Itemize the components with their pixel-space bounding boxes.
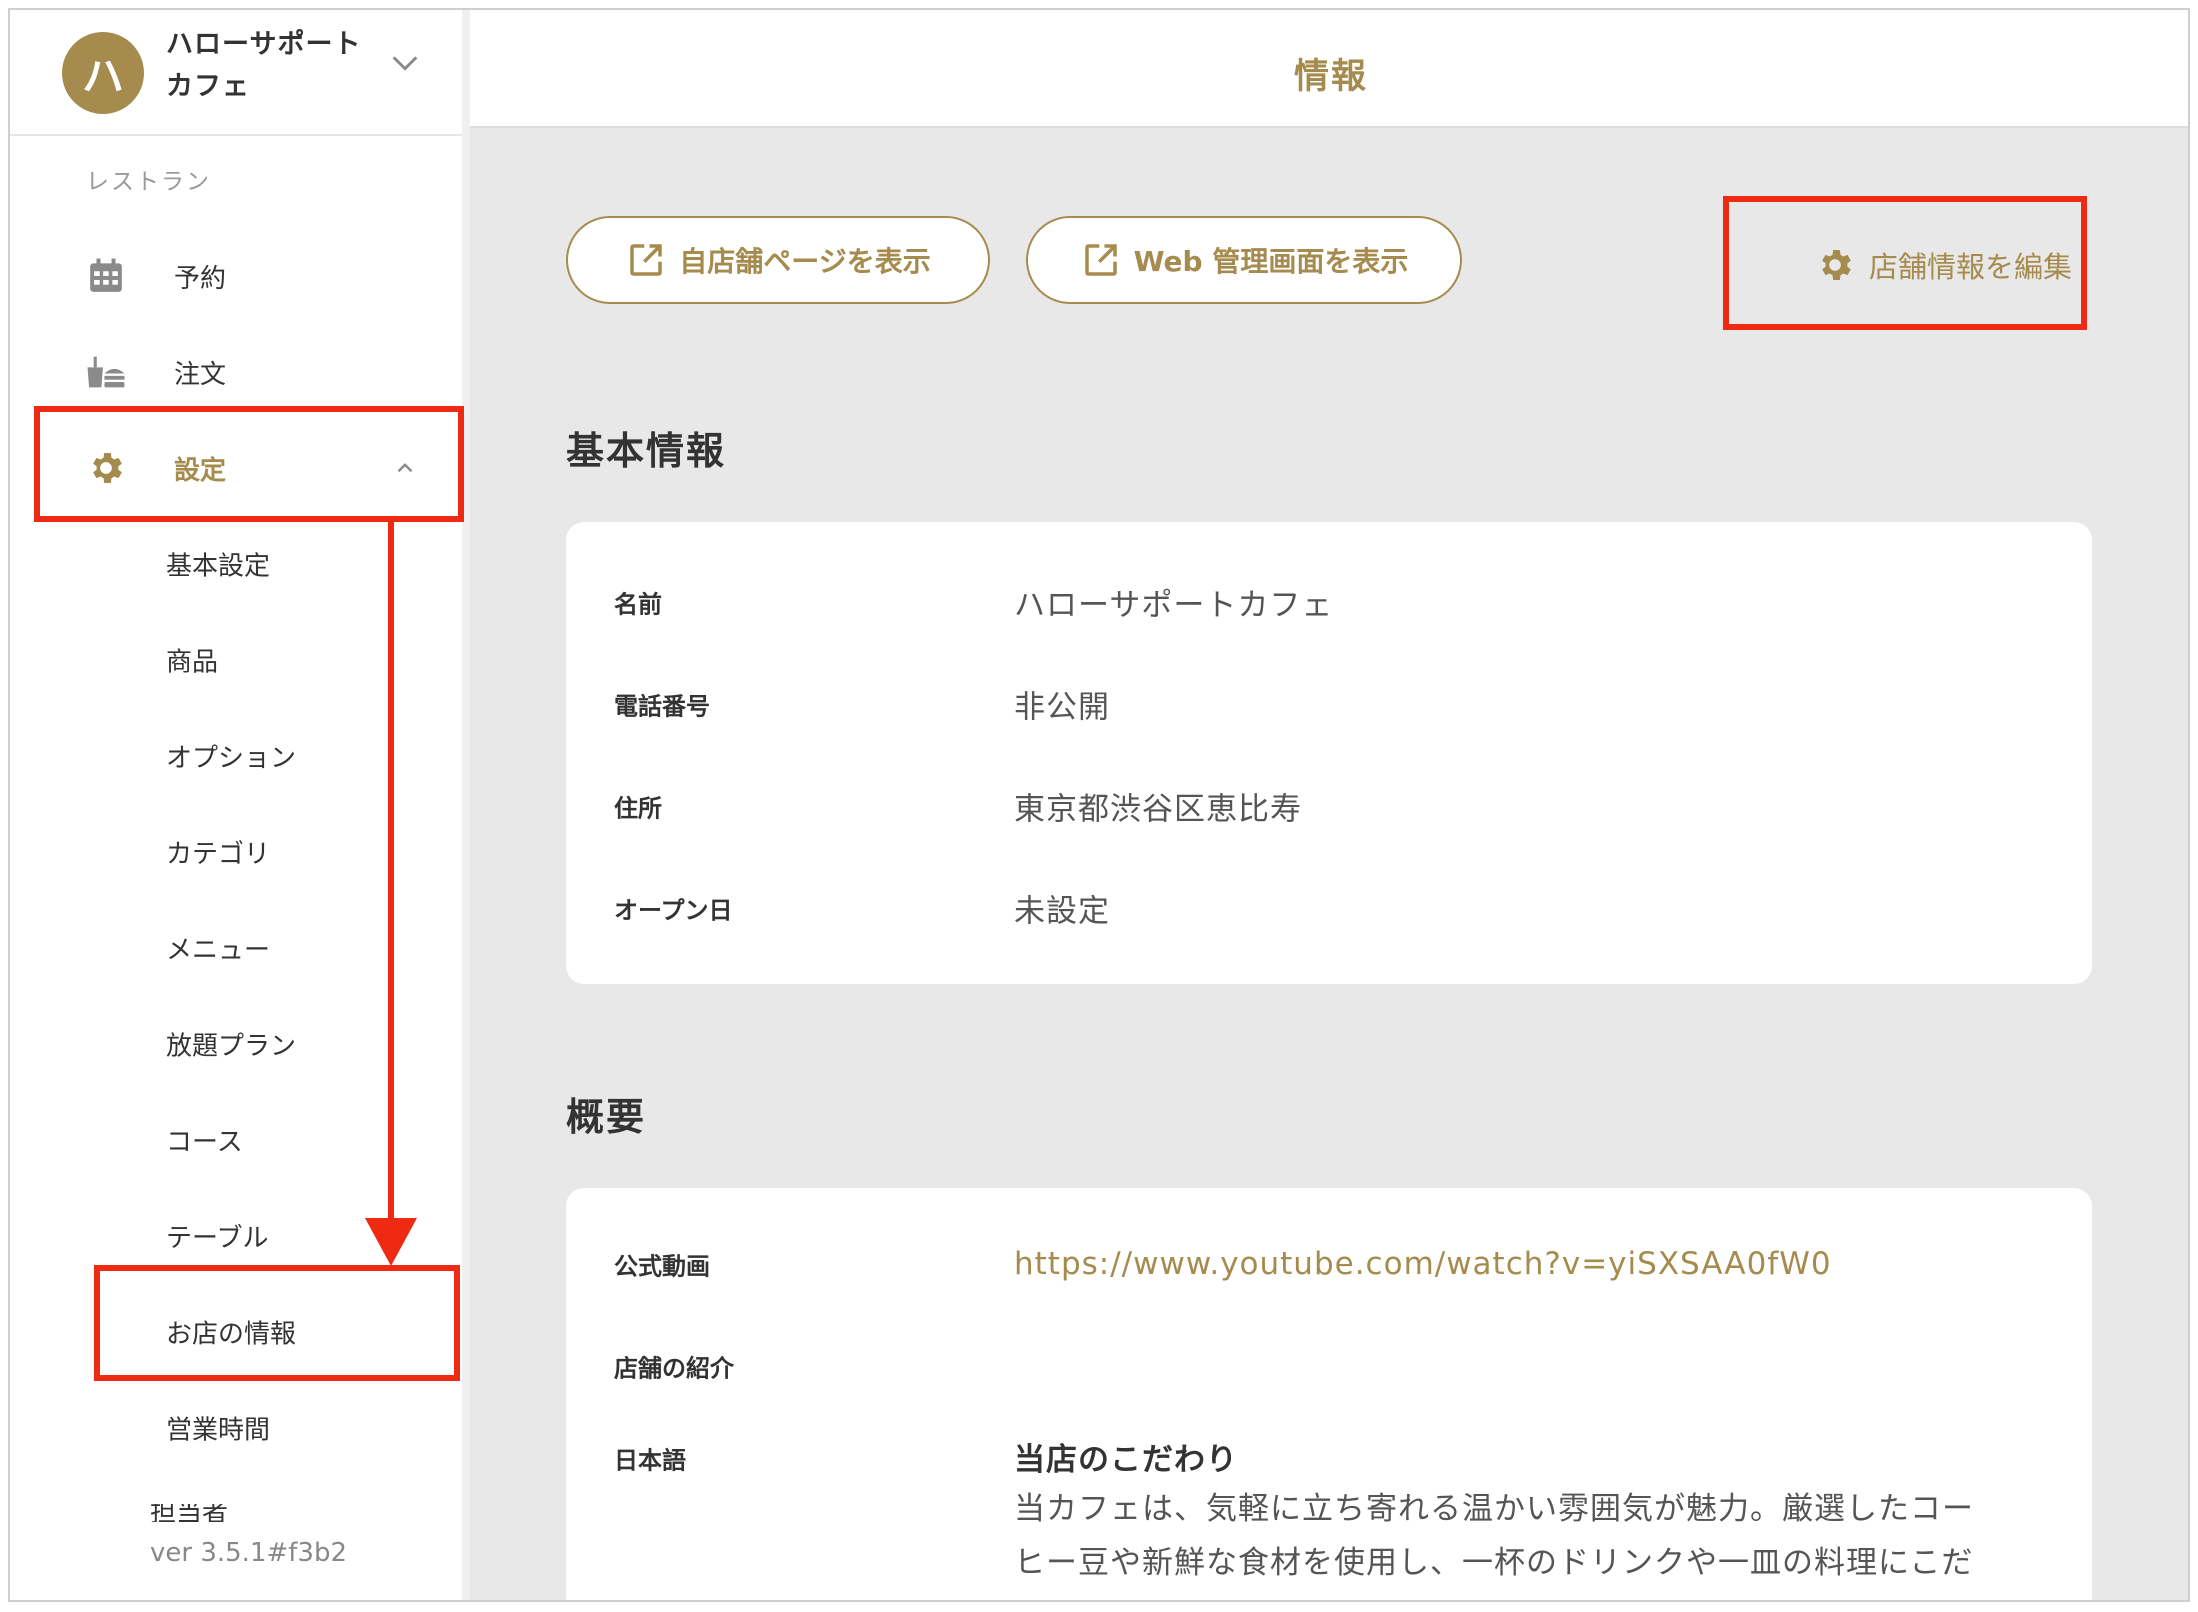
arrow-down-icon [365,1218,417,1266]
highlight-store-info [94,1265,460,1381]
highlight-settings [34,406,464,522]
row-value: 東京都渋谷区恵比寿 [1014,791,1302,828]
intro-line-2: ヒー豆や新鮮な食材を使用し、一杯のドリンクや一皿の料理にこだ [1014,1545,1974,1581]
view-web-admin-button[interactable]: Web 管理画面を表示 [1026,216,1462,304]
calendar-icon [86,256,126,296]
row-label: 住所 [614,794,662,823]
subitem-label: 基本設定 [166,551,271,582]
subitem-label: メニュー [166,935,271,966]
version-label: ver 3.5.1#f3b2 [150,1538,348,1568]
video-link[interactable]: https://www.youtube.com/watch?v=yiSXSAA0… [1014,1246,1832,1282]
button-label: 自店舗ページを表示 [679,245,931,278]
info-row-phone: 電話番号 非公開 [614,674,2044,734]
subitem-label: オプション [166,743,297,774]
external-link-icon [1084,244,1117,276]
sidebar-item-label: 予約 [174,263,227,294]
info-row-name: 名前 ハローサポートカフェ [614,572,2044,632]
info-row-video: 公式動画 https://www.youtube.com/watch?v=yiS… [614,1234,2044,1294]
avatar: ハ [62,32,144,114]
intro-line-1: 当カフェは、気軽に立ち寄れる温かい雰囲気が魅力。厳選したコー [1014,1491,1974,1527]
button-label: Web 管理画面を表示 [1133,245,1409,278]
row-label: 電話番号 [614,692,710,721]
settings-subitem-all-you-can-plan[interactable]: 放題プラン [10,996,462,1092]
overview-heading: 概要 [566,1095,647,1139]
account-name: ハローサポートカフェ [166,29,362,102]
settings-subitem-categories[interactable]: カテゴリ [10,804,462,900]
settings-subitem-course[interactable]: コース [10,1092,462,1188]
settings-subitem-products[interactable]: 商品 [10,612,462,708]
settings-subitem-options[interactable]: オプション [10,708,462,804]
sidebar-divider [462,10,470,1600]
row-value: ハローサポートカフェ [1014,587,1334,624]
row-label: 公式動画 [614,1252,710,1281]
basic-info-heading: 基本情報 [566,429,727,473]
row-label: 店舗の紹介 [614,1354,734,1383]
order-icon [86,352,126,392]
row-value: 未設定 [1014,893,1110,930]
page-title: 情報 [1293,57,1368,97]
settings-subitem-menu[interactable]: メニュー [10,900,462,996]
basic-info-card: 名前 ハローサポートカフェ 電話番号 非公開 住所 東京都渋谷区恵比寿 オープン… [566,522,2092,984]
settings-subitem-basic[interactable]: 基本設定 [10,516,462,612]
subitem-label: 担当者 [150,1504,229,1522]
subitem-label: コース [166,1127,243,1158]
settings-subitem-business-hours[interactable]: 営業時間 [10,1380,462,1476]
annotation-arrow-line [388,522,394,1222]
row-label: 名前 [614,590,662,619]
subitem-label: カテゴリ [166,839,271,870]
row-label: 日本語 [614,1446,686,1475]
section-label-restaurant: レストラン [86,169,211,195]
sidebar-item-label: 注文 [174,359,227,390]
view-store-page-button[interactable]: 自店舗ページを表示 [566,216,990,304]
external-link-icon [630,244,663,276]
sidebar-item-reservations[interactable]: 予約 [10,228,462,324]
subitem-label: テーブル [166,1223,269,1254]
highlight-edit-button [1723,196,2087,330]
row-value: 非公開 [1014,689,1110,726]
chevron-down-icon[interactable] [388,46,422,80]
info-row-language: 日本語 [614,1428,2044,1488]
subitem-label: 商品 [166,647,219,678]
intro-heading: 当店のこだわり [1014,1442,1238,1478]
subitem-label: 放題プラン [166,1031,297,1062]
row-label: オープン日 [614,896,733,925]
settings-subitem-staff[interactable]: 担当者 [150,1504,350,1522]
info-row-address: 住所 東京都渋谷区恵比寿 [614,776,2044,836]
info-row-open-date: オープン日 未設定 [614,878,2044,938]
account-switcher[interactable]: ハ ハローサポートカフェ [10,10,462,136]
info-row-intro: 店舗の紹介 [614,1336,2044,1396]
overview-card: 公式動画 https://www.youtube.com/watch?v=yiS… [566,1188,2092,1600]
subitem-label: 営業時間 [166,1415,271,1446]
header-bar: 情報 [470,10,2188,128]
